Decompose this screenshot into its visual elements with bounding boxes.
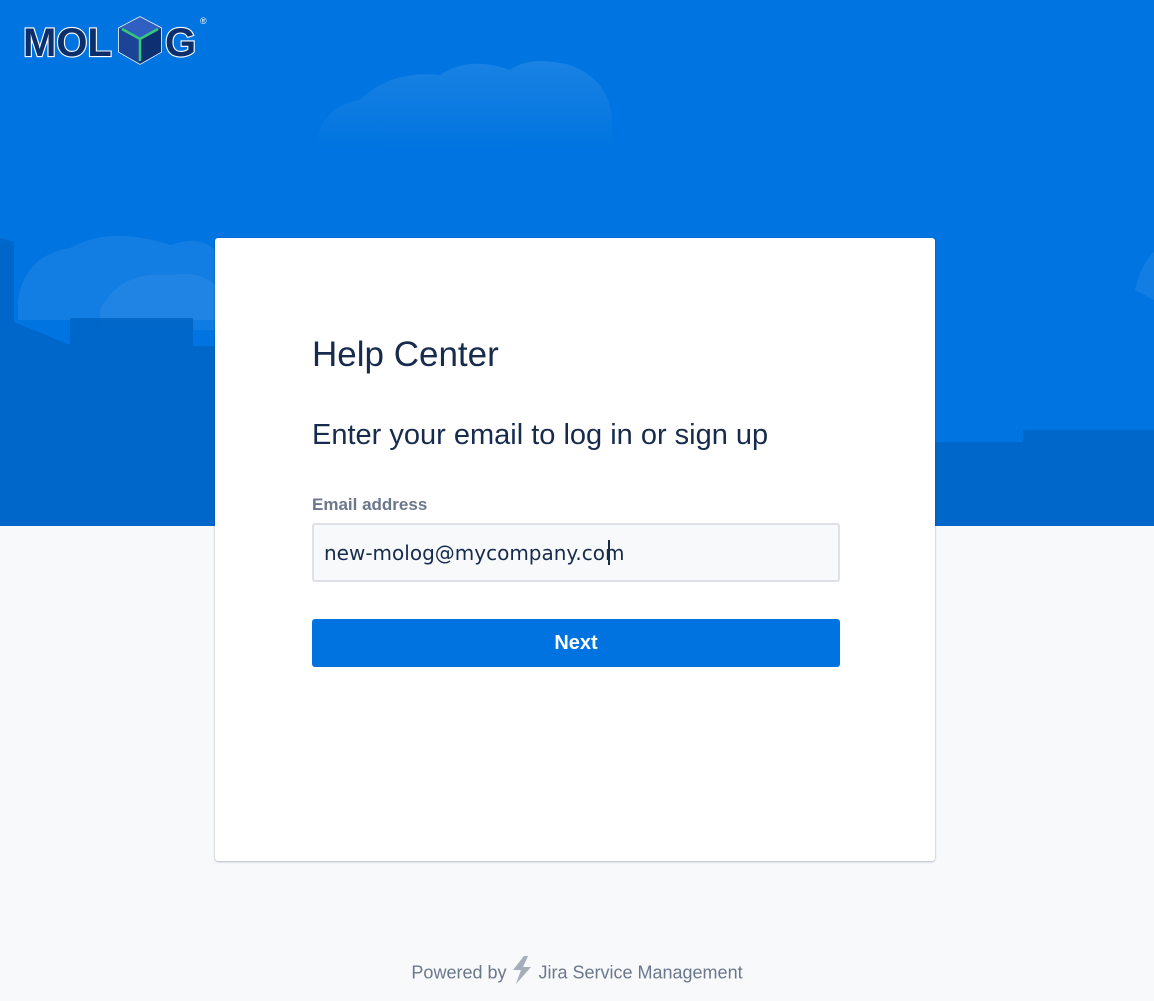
jira-bolt-icon: [510, 956, 534, 991]
svg-text:G: G: [165, 21, 196, 65]
page-title: Help Center: [312, 335, 499, 374]
next-button[interactable]: Next: [312, 619, 840, 667]
login-card: Help Center Enter your email to log in o…: [215, 238, 935, 861]
footer: Powered by Jira Service Management: [0, 956, 1154, 991]
email-field[interactable]: [312, 523, 840, 582]
email-label: Email address: [312, 495, 428, 514]
text-cursor: [608, 540, 610, 565]
svg-text:®: ®: [200, 16, 207, 26]
svg-text:MOL: MOL: [23, 21, 112, 65]
login-prompt: Enter your email to log in or sign up: [312, 419, 769, 451]
molog-logo[interactable]: MOL G ®: [22, 14, 212, 70]
powered-by-text: Powered by: [411, 962, 507, 983]
molog-cube-logo-icon: MOL G ®: [22, 16, 207, 66]
jira-service-management-link[interactable]: Jira Service Management: [538, 962, 742, 982]
